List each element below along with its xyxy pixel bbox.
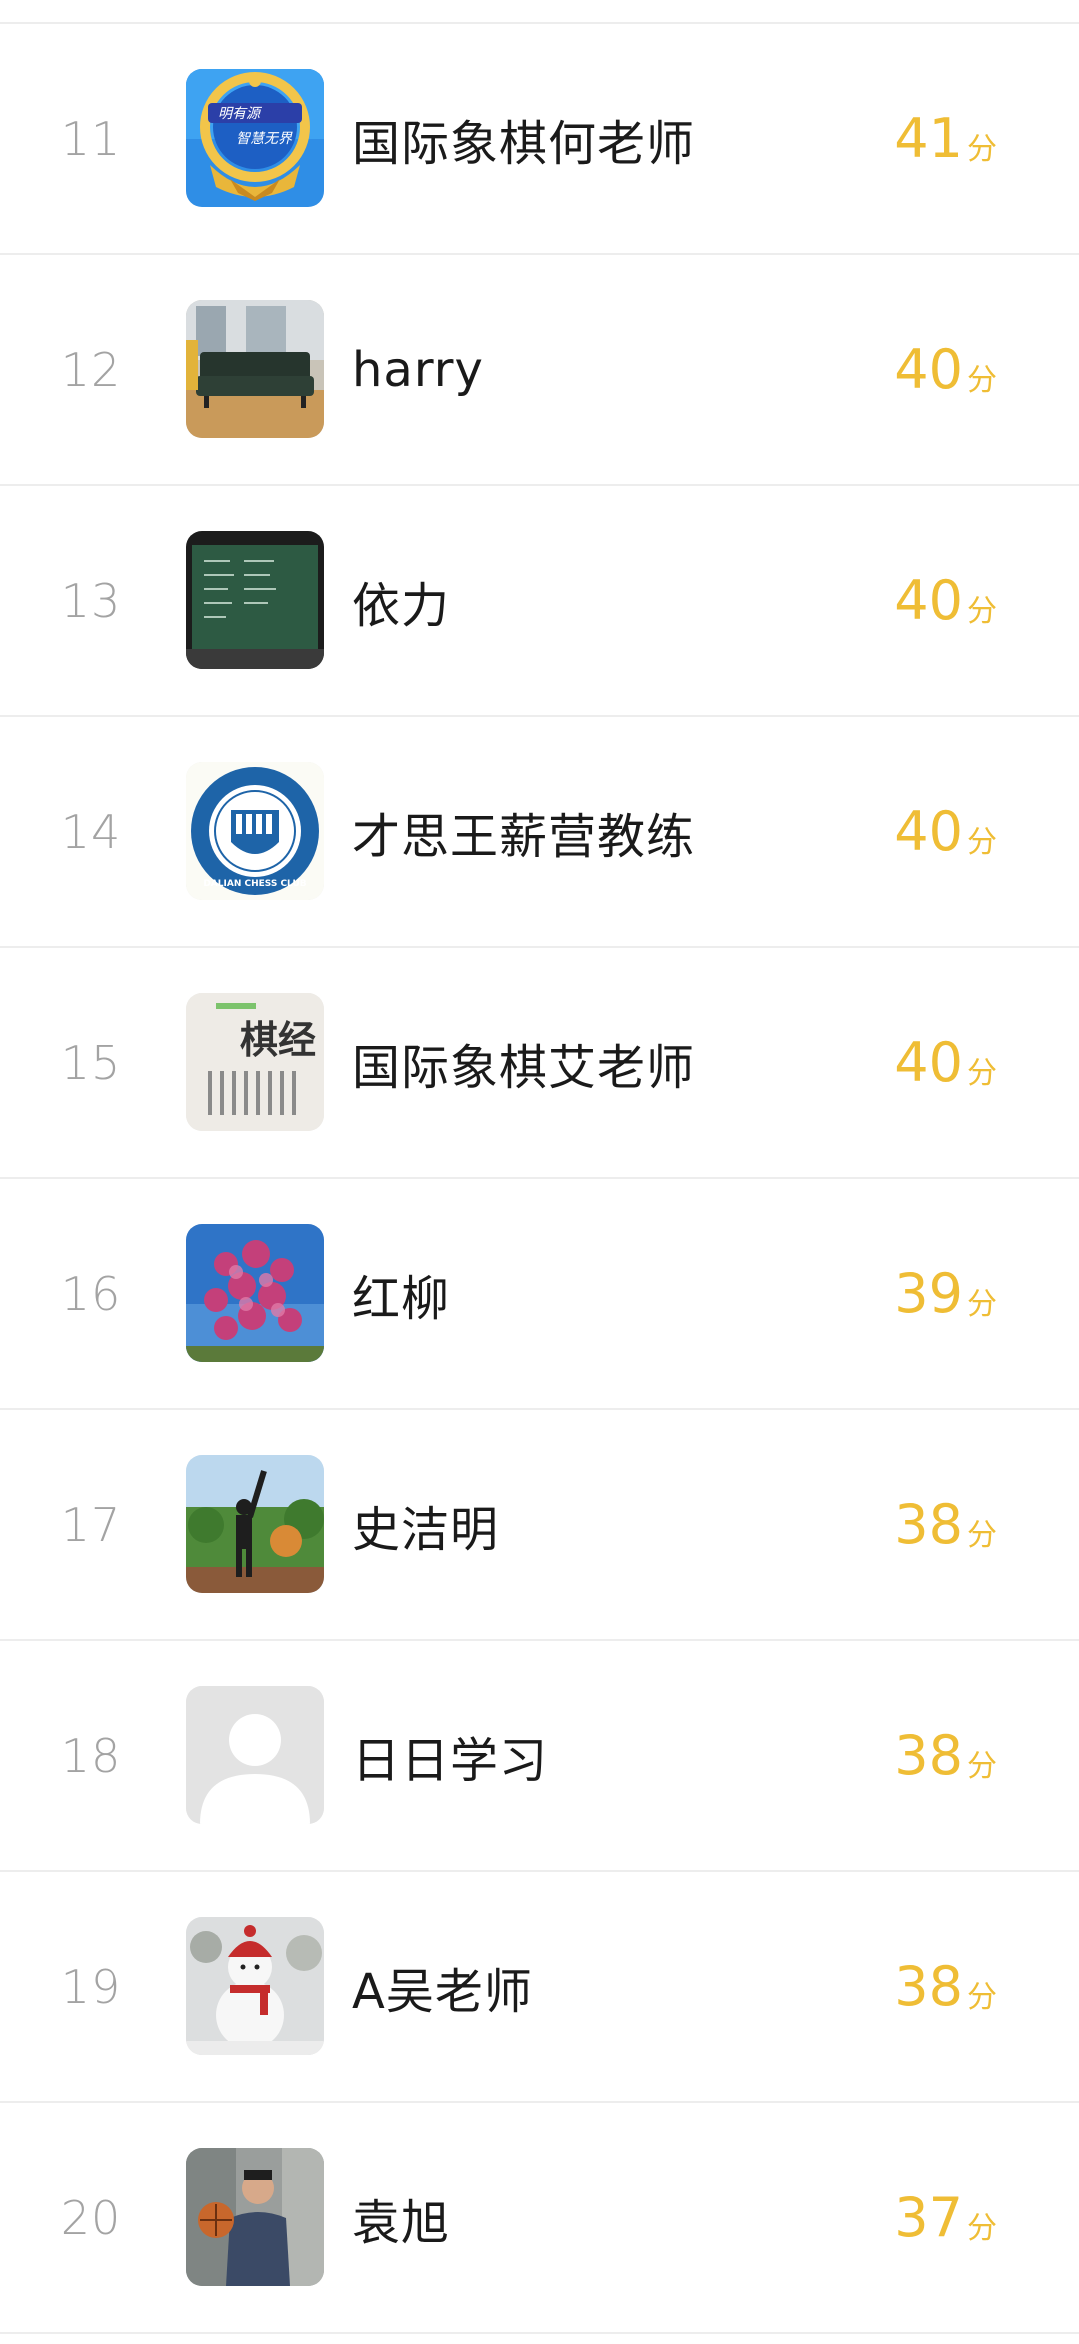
- score-unit: 分: [967, 1286, 997, 1322]
- avatar-club-text: DALIAN CHESS CLUB: [203, 879, 306, 889]
- score-value: 37: [894, 2186, 963, 2249]
- score-unit: 分: [967, 1979, 997, 2015]
- avatar-badge-text: 智慧无界: [236, 131, 293, 147]
- rank-number: 15: [60, 1035, 122, 1090]
- leaderboard-row[interactable]: 11 明有源 智慧无界 国际象棋何老师 41 分: [0, 24, 1079, 255]
- rank-number: 18: [60, 1728, 122, 1783]
- user-score: 38 分: [894, 1410, 997, 1639]
- user-score: 41 分: [894, 24, 997, 253]
- leaderboard-row[interactable]: 18 日日学习 38 分: [0, 1641, 1079, 1872]
- score-value: 40: [894, 338, 963, 401]
- score-value: 38: [894, 1724, 963, 1787]
- rank-number: 19: [60, 1959, 122, 2014]
- score-unit: 分: [967, 593, 997, 629]
- leaderboard-row[interactable]: 12 harry 40 分: [0, 255, 1079, 486]
- user-score: 39 分: [894, 1179, 997, 1408]
- leaderboard-row[interactable]: 14 DALIAN CHESS CLUB 才思王薪营教练 40 分: [0, 717, 1079, 948]
- user-score: 40 分: [894, 486, 997, 715]
- score-value: 40: [894, 1031, 963, 1094]
- score-unit: 分: [967, 1055, 997, 1091]
- avatar-badge-text: 明有源: [218, 106, 263, 122]
- leaderboard-row[interactable]: 16 红柳 39 分: [0, 1179, 1079, 1410]
- chess-club-logo-avatar[interactable]: DALIAN CHESS CLUB: [186, 762, 324, 900]
- score-unit: 分: [967, 131, 997, 167]
- leaderboard-row[interactable]: 13 依力 40 分: [0, 486, 1079, 717]
- user-score: 40 分: [894, 717, 997, 946]
- user-name: 依力: [352, 577, 451, 634]
- score-unit: 分: [967, 824, 997, 860]
- score-value: 39: [894, 1262, 963, 1325]
- leaderboard-row[interactable]: 20 袁旭 37 分: [0, 2103, 1079, 2334]
- score-unit: 分: [967, 2210, 997, 2246]
- user-score: 38 分: [894, 1872, 997, 2101]
- user-score: 40 分: [894, 255, 997, 484]
- user-name: 袁旭: [352, 2194, 451, 2251]
- score-value: 38: [894, 1493, 963, 1556]
- avatar-calligraphy-text: 棋经: [240, 1017, 316, 1062]
- flower-tree-avatar[interactable]: [186, 1224, 324, 1362]
- leaderboard-row[interactable]: 17 史洁明 38 分: [0, 1410, 1079, 1641]
- person-outdoor-avatar[interactable]: [186, 1455, 324, 1593]
- user-name: 史洁明: [352, 1501, 500, 1558]
- person-basketball-avatar[interactable]: [186, 2148, 324, 2286]
- rank-number: 16: [60, 1266, 122, 1321]
- calligraphy-avatar[interactable]: 棋经: [186, 993, 324, 1131]
- user-name: 国际象棋何老师: [352, 115, 696, 172]
- sofa-room-avatar[interactable]: [186, 300, 324, 438]
- score-value: 41: [894, 107, 963, 170]
- default-user-avatar[interactable]: [186, 1686, 324, 1824]
- leaderboard-row[interactable]: 15 棋经 国际象棋艾老师 40 分: [0, 948, 1079, 1179]
- rank-number: 11: [60, 111, 122, 166]
- badge-logo-avatar[interactable]: 明有源 智慧无界: [186, 69, 324, 207]
- user-score: 38 分: [894, 1641, 997, 1870]
- user-name: 红柳: [352, 1270, 451, 1327]
- leaderboard-row[interactable]: 19 A吴老师 38 分: [0, 1872, 1079, 2103]
- user-name: 才思王薪营教练: [352, 808, 696, 865]
- user-score: 40 分: [894, 948, 997, 1177]
- score-unit: 分: [967, 1748, 997, 1784]
- user-name: harry: [352, 341, 484, 398]
- rank-number: 12: [60, 342, 122, 397]
- rank-number: 17: [60, 1497, 122, 1552]
- score-value: 38: [894, 1955, 963, 2018]
- score-value: 40: [894, 800, 963, 863]
- snowman-avatar[interactable]: [186, 1917, 324, 2055]
- rank-number: 13: [60, 573, 122, 628]
- user-name: 国际象棋艾老师: [352, 1039, 696, 1096]
- score-unit: 分: [967, 1517, 997, 1553]
- leaderboard-list: 11 明有源 智慧无界 国际象棋何老师 41 分 12 harry 40 分 1…: [0, 0, 1079, 2344]
- rank-number: 14: [60, 804, 122, 859]
- chalkboard-avatar[interactable]: [186, 531, 324, 669]
- score-value: 40: [894, 569, 963, 632]
- user-score: 37 分: [894, 2103, 997, 2332]
- user-name: A吴老师: [352, 1963, 533, 2020]
- rank-number: 20: [60, 2190, 122, 2245]
- score-unit: 分: [967, 362, 997, 398]
- user-name: 日日学习: [352, 1732, 549, 1789]
